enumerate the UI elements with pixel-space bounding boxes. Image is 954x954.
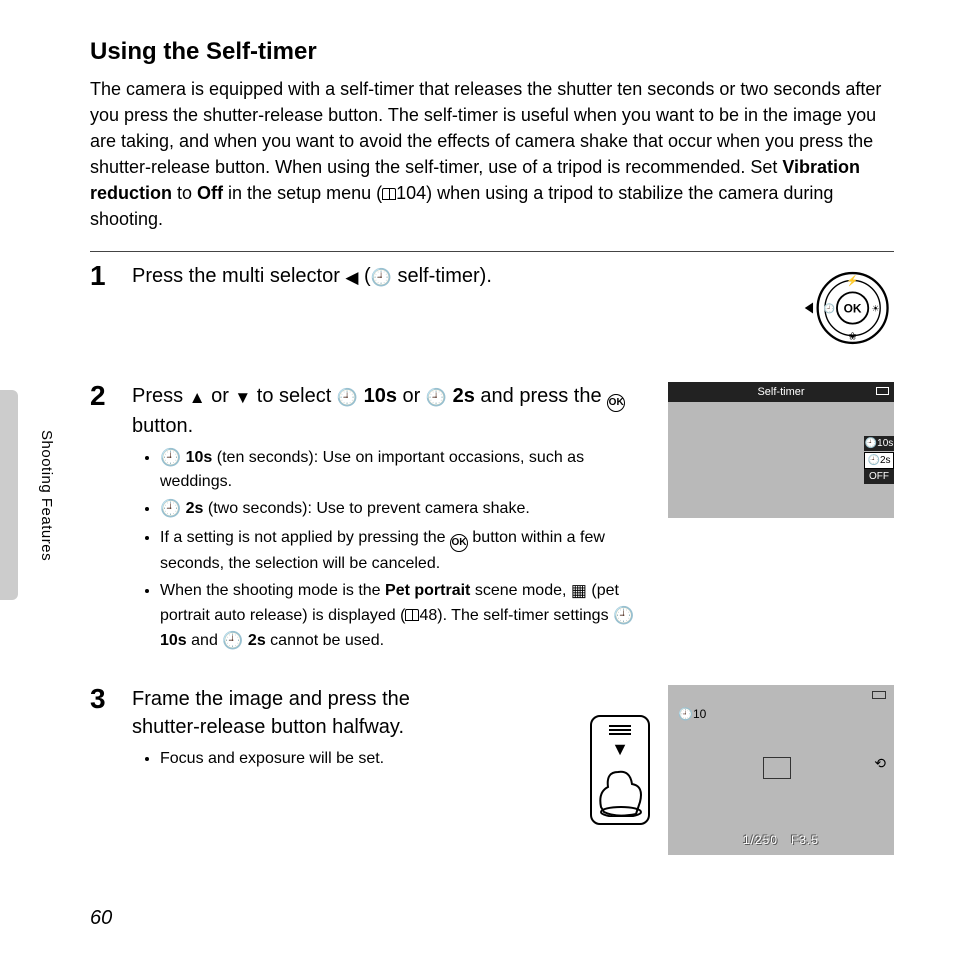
svg-text:❀: ❀ xyxy=(848,331,856,342)
self-timer-icon: 🕘 xyxy=(222,631,243,650)
list-item: When the shooting mode is the Pet portra… xyxy=(160,579,644,653)
page-ref-icon xyxy=(382,188,396,200)
page-title: Using the Self-timer xyxy=(90,38,894,66)
down-arrow-icon: ▼ xyxy=(611,739,629,760)
screen-title: Self-timer xyxy=(757,386,804,398)
section-tab xyxy=(0,390,18,600)
timer-option-2s: 🕘2s xyxy=(864,452,894,469)
step-2: 2 Press ▲ or ▼ to select 🕘 10s or 🕘 2s a… xyxy=(90,382,894,658)
list-item: If a setting is not applied by pressing … xyxy=(160,526,644,575)
step-number: 1 xyxy=(90,262,118,354)
section-label: Shooting Features xyxy=(38,430,55,561)
ok-button-icon: OK xyxy=(607,394,625,412)
step-number: 3 xyxy=(90,685,118,855)
left-triangle-icon: ◀ xyxy=(345,268,358,287)
self-timer-icon: 🕘 xyxy=(426,388,447,407)
framing-screen: 🕘10 ⟲ 1/250 F3.5 xyxy=(668,685,894,855)
self-timer-icon: 🕘 xyxy=(613,606,634,625)
svg-text:🕘: 🕘 xyxy=(824,302,835,314)
shutter-halfpress-illustration: ▼ xyxy=(590,715,650,825)
down-triangle-icon: ▼ xyxy=(234,388,251,407)
focus-area-icon xyxy=(763,757,791,779)
page-ref-icon xyxy=(405,609,419,621)
self-timer-icon: 🕘 xyxy=(160,448,181,467)
self-timer-icon: 🕘 xyxy=(371,268,392,287)
step-2-title: Press ▲ or ▼ to select 🕘 10s or 🕘 2s and… xyxy=(132,382,644,440)
timer-indicator: 🕘10 xyxy=(678,707,706,721)
timer-option-off: OFF xyxy=(864,469,894,485)
up-triangle-icon: ▲ xyxy=(189,388,206,407)
step-3-title: Frame the image and press the shutter-re… xyxy=(132,685,452,741)
ok-button-icon: OK xyxy=(450,534,468,552)
page-number: 60 xyxy=(90,907,112,930)
multi-selector-dial-illustration: OK ⚡ ❀ 🕘 ☀ xyxy=(802,262,894,354)
finger-press-icon xyxy=(596,762,646,817)
exposure-readout: 1/250 F3.5 xyxy=(668,833,894,847)
self-timer-icon: 🕘 xyxy=(337,388,358,407)
svg-text:⚡: ⚡ xyxy=(846,274,859,287)
step-number: 2 xyxy=(90,382,118,658)
separator xyxy=(90,251,894,252)
list-item: 🕘 10s (ten seconds): Use on important oc… xyxy=(160,446,644,494)
self-timer-menu-screen: Self-timer 🕘10s 🕘2s OFF xyxy=(668,382,894,518)
battery-icon xyxy=(876,387,889,395)
intro-paragraph: The camera is equipped with a self-timer… xyxy=(90,76,894,233)
pet-release-icon: ▦ xyxy=(571,581,587,600)
step-3: 3 Frame the image and press the shutter-… xyxy=(90,685,894,855)
vr-icon: ⟲ xyxy=(874,755,886,772)
step-3-bullets: Focus and exposure will be set. xyxy=(132,747,566,770)
list-item: 🕘 2s (two seconds): Use to prevent camer… xyxy=(160,497,644,522)
list-item: Focus and exposure will be set. xyxy=(160,747,566,770)
svg-text:☀: ☀ xyxy=(871,303,879,313)
step-2-bullets: 🕘 10s (ten seconds): Use on important oc… xyxy=(132,446,644,654)
battery-icon xyxy=(872,691,886,699)
timer-option-10s: 🕘10s xyxy=(864,436,894,452)
ok-label: OK xyxy=(844,301,862,315)
step-1: 1 Press the multi selector ◀ (🕘 self-tim… xyxy=(90,262,894,354)
self-timer-icon: 🕘 xyxy=(160,499,181,518)
step-1-title: Press the multi selector ◀ (🕘 self-timer… xyxy=(132,262,778,290)
